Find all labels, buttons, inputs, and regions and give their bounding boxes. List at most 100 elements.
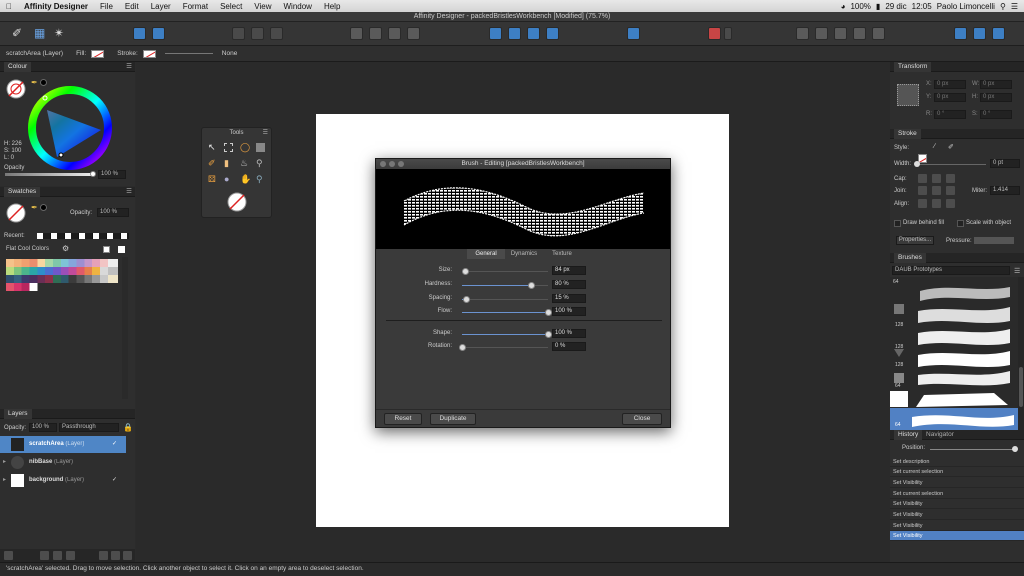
move-tool-icon[interactable]: ↖ (208, 142, 216, 153)
style-brush-icon[interactable]: ✐ (948, 143, 954, 151)
view-tool-icon[interactable]: ⚲ (256, 174, 263, 185)
stroke-tab[interactable]: Stroke (894, 129, 921, 139)
boolean-divide-icon[interactable] (872, 27, 885, 40)
y-field[interactable]: 0 px (934, 93, 966, 102)
width-knob[interactable] (914, 161, 920, 167)
cap-round-icon[interactable] (932, 174, 941, 183)
scale-with-checkbox[interactable] (957, 220, 964, 227)
slider-knob[interactable] (462, 268, 470, 275)
align-center-icon[interactable] (918, 199, 927, 208)
join-round-icon[interactable] (932, 186, 941, 195)
battery-icon[interactable]: ▮ (876, 2, 880, 11)
quick-view-icon[interactable] (973, 27, 986, 40)
draw-behind-checkbox[interactable] (894, 220, 901, 227)
swatches-fill-well-icon[interactable] (5, 202, 27, 224)
brush-param-slider[interactable] (462, 331, 552, 338)
brush-param-slider[interactable] (462, 296, 548, 303)
marquee-tool-icon[interactable] (224, 143, 233, 152)
cap-butt-icon[interactable] (918, 174, 927, 183)
fx-icon[interactable] (66, 551, 75, 560)
align-icon[interactable] (627, 27, 640, 40)
boolean-subtract-icon[interactable] (815, 27, 828, 40)
adjustment-icon[interactable] (53, 551, 62, 560)
apple-icon[interactable]:  (0, 2, 18, 11)
panel-menu-icon[interactable]: ☰ (126, 187, 132, 197)
history-item[interactable]: Set Visibility (890, 521, 1024, 531)
brushes-menu-icon[interactable]: ☰ (1014, 267, 1020, 275)
colour-opacity-field[interactable]: 100 % (98, 170, 126, 179)
history-item-selected[interactable]: Set Visibility (890, 531, 1024, 541)
search-icon[interactable]: ⚲ (1000, 2, 1006, 11)
menu-help[interactable]: Help (318, 2, 346, 11)
brush-param-value[interactable]: 15 % (552, 294, 586, 303)
duplicate-button[interactable]: Duplicate (430, 413, 476, 425)
history-item[interactable]: Set Visibility (890, 510, 1024, 520)
style-solid-icon[interactable]: ∕ (934, 143, 935, 150)
align-inside-icon[interactable] (932, 199, 941, 208)
arrange-forward-icon[interactable] (388, 27, 401, 40)
scroll-thumb[interactable] (1019, 367, 1023, 407)
menu-select[interactable]: Select (214, 2, 248, 11)
palette-options-icon[interactable]: ⚙ (62, 244, 69, 253)
menubar-user[interactable]: Paolo Limoncelli (937, 2, 995, 11)
join-bevel-icon[interactable] (946, 186, 955, 195)
assistant-icon[interactable] (954, 27, 967, 40)
minimize-window-icon[interactable] (389, 161, 395, 167)
width-field[interactable]: 0 pt (990, 159, 1020, 168)
menu-view[interactable]: View (248, 2, 277, 11)
preferences-icon[interactable] (152, 27, 165, 40)
mask-icon[interactable] (40, 551, 49, 560)
smudge-tool-icon[interactable]: ⚄ (208, 174, 216, 185)
brush-param-slider[interactable] (462, 282, 548, 289)
brush-param-slider[interactable] (462, 309, 552, 316)
visibility-check-icon[interactable]: ✓ (112, 436, 117, 453)
arrange-front-icon[interactable] (407, 27, 420, 40)
brushes-tab[interactable]: Brushes (894, 253, 926, 263)
slider-knob[interactable] (545, 331, 552, 338)
snap-icon-3[interactable] (270, 27, 283, 40)
zoom-tool-icon[interactable]: ⚲ (256, 158, 263, 169)
menu-window[interactable]: Window (278, 2, 318, 11)
colour-opacity-knob[interactable] (90, 171, 96, 177)
colour-tab[interactable]: Colour (4, 62, 32, 72)
layer-row-scratcharea[interactable]: scratchArea (Layer) ✓ (0, 436, 126, 453)
brush-param-value[interactable]: 0 % (552, 342, 586, 351)
palette-name[interactable]: Flat Cool Colors (6, 246, 49, 252)
close-window-icon[interactable] (380, 161, 386, 167)
tab-dynamics[interactable]: Dynamics (505, 249, 543, 259)
cap-square-icon[interactable] (946, 174, 955, 183)
boolean-add-icon[interactable] (796, 27, 809, 40)
boolean-intersect-icon[interactable] (834, 27, 847, 40)
lock-icon[interactable]: 🔒 (123, 423, 133, 432)
swatches-eyedropper-icon[interactable]: ✒ (31, 203, 38, 212)
palette-swatch-grid[interactable] (6, 259, 118, 291)
join-miter-icon[interactable] (918, 186, 927, 195)
swatches-tab[interactable]: Swatches (4, 187, 41, 197)
document-setup-icon[interactable] (133, 27, 146, 40)
align-outside-icon[interactable] (946, 199, 955, 208)
visibility-check-icon[interactable]: ✓ (112, 472, 117, 489)
arrange-back-icon[interactable] (350, 27, 363, 40)
shear-field[interactable]: 0 ° (980, 110, 1012, 119)
studio-toggle-icon[interactable] (992, 27, 1005, 40)
expand-arrow-icon[interactable]: ▸ (3, 472, 6, 489)
brush-tool-icon[interactable]: ✐ (208, 158, 216, 169)
snap-icon-1[interactable] (232, 27, 245, 40)
tools-colour-well-icon[interactable] (226, 191, 248, 213)
lasso-tool-icon[interactable]: ◯ (240, 142, 250, 153)
brushes-scrollbar[interactable] (1018, 277, 1024, 430)
swatches-opacity-field[interactable]: 100 % (97, 208, 129, 217)
w-field[interactable]: 0 px (980, 80, 1012, 89)
panel-menu-icon[interactable]: ☰ (263, 128, 268, 138)
brush-param-value[interactable]: 84 px (552, 266, 586, 275)
pixel-persona-icon[interactable]: ▦ (34, 26, 45, 40)
slider-knob[interactable] (463, 296, 471, 303)
delete-layer-icon[interactable] (123, 551, 132, 560)
brush-param-value[interactable]: 100 % (552, 307, 586, 316)
panel-menu-icon[interactable]: ☰ (126, 62, 132, 72)
fill-tool-icon[interactable]: ♨ (240, 158, 248, 169)
x-field[interactable]: 0 px (934, 80, 966, 89)
h-field[interactable]: 0 px (980, 93, 1012, 102)
layers-opacity-field[interactable]: 100 % (29, 423, 57, 432)
anchor-selector-icon[interactable] (897, 84, 919, 106)
